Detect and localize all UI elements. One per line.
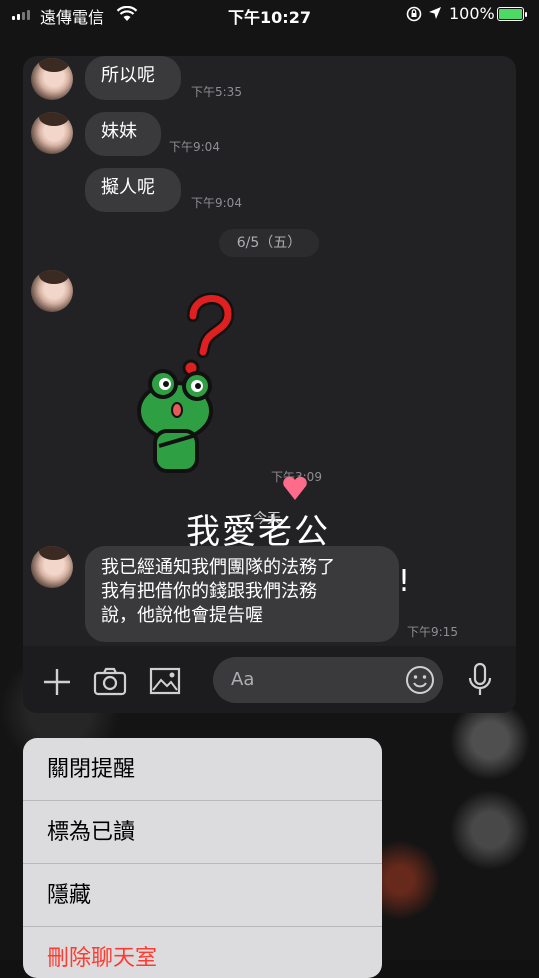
frog-sticker[interactable] — [133, 286, 243, 476]
effect-exclamation: ! — [398, 564, 411, 599]
message-bubble[interactable]: 我已經通知我們團隊的法務了 我有把借你的錢跟我們法務 說，他說他會提告喔 — [85, 546, 399, 642]
context-menu: 關閉提醒 標為已讀 隱藏 刪除聊天室 — [23, 738, 382, 978]
message-line: 我已經通知我們團隊的法務了 — [101, 557, 335, 578]
chat-preview[interactable]: 所以呢 下午5:35 妹妹 下午9:04 擬人呢 下午9:04 6/5（五） 下… — [23, 56, 516, 713]
battery-icon — [497, 7, 527, 21]
message-input-placeholder: Aa — [231, 669, 255, 690]
message-input[interactable]: Aa — [213, 657, 443, 703]
menu-item-mark-as-read[interactable]: 標為已讀 — [23, 801, 382, 864]
microphone-icon[interactable] — [467, 662, 493, 698]
camera-icon[interactable] — [93, 666, 127, 696]
message-bubble[interactable]: 擬人呢 — [85, 168, 181, 212]
menu-item-hide[interactable]: 隱藏 — [23, 864, 382, 927]
message-line: 我有把借你的錢跟我們法務 — [101, 581, 317, 602]
date-separator: 6/5（五） — [219, 229, 319, 257]
heart-icon — [283, 476, 307, 500]
plus-icon[interactable] — [41, 666, 73, 698]
avatar[interactable] — [31, 58, 73, 100]
message-time: 下午5:35 — [191, 85, 242, 99]
image-icon[interactable] — [149, 666, 181, 696]
message-bubble[interactable]: 妹妹 — [85, 112, 161, 156]
message-time: 下午9:04 — [169, 140, 220, 154]
today-separator: 今天 — [253, 511, 281, 527]
rotation-lock-icon — [406, 6, 422, 22]
menu-item-delete-chat[interactable]: 刪除聊天室 — [23, 927, 382, 978]
avatar[interactable] — [31, 112, 73, 154]
emoji-icon[interactable] — [405, 665, 435, 695]
location-icon — [429, 7, 441, 19]
message-bubble[interactable]: 所以呢 — [85, 56, 181, 100]
message-line: 說，他說他會提告喔 — [101, 605, 263, 626]
message-time: 下午9:15 — [407, 625, 458, 639]
status-bar: 遠傳電信 下午10:27 100% — [0, 0, 539, 30]
avatar[interactable] — [31, 546, 73, 588]
battery-percentage: 100% — [449, 4, 495, 23]
avatar[interactable] — [31, 270, 73, 312]
menu-item-mute-notifications[interactable]: 關閉提醒 — [23, 738, 382, 801]
input-bar: Aa — [23, 646, 516, 713]
message-time: 下午9:04 — [191, 196, 242, 210]
